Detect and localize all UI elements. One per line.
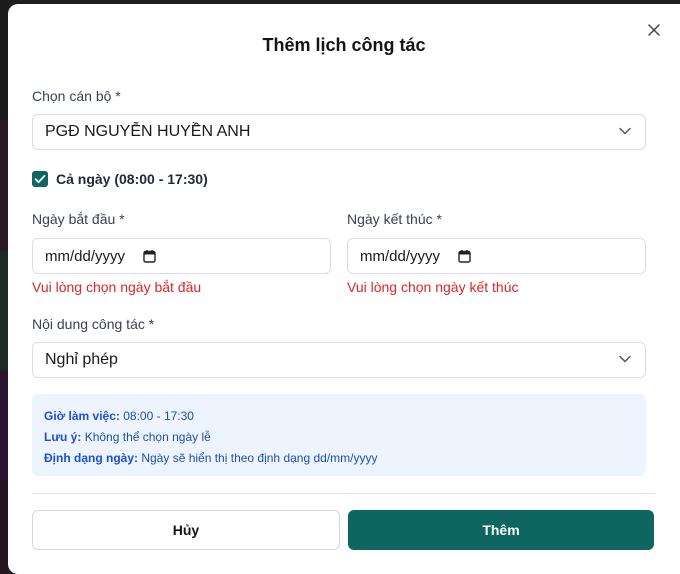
end-date-placeholder: mm/dd/yyyy (360, 247, 441, 265)
info-date-format: Định dạng ngày: Ngày sẽ hiển thị theo đị… (44, 448, 634, 469)
content-select[interactable]: Nghỉ phép (32, 342, 646, 378)
cancel-button[interactable]: Hủy (32, 510, 340, 550)
backdrop-strip (0, 250, 8, 370)
info-note: Lưu ý: Không thể chọn ngày lễ (44, 427, 634, 448)
info-work-hours-label: Giờ làm việc: (44, 409, 120, 423)
footer-divider (32, 493, 656, 494)
start-date-placeholder: mm/dd/yyyy (45, 247, 126, 265)
content-label: Nội dung công tác * (32, 316, 155, 332)
staff-label: Chọn cán bộ * (32, 88, 121, 104)
check-icon (34, 174, 46, 184)
info-date-format-label: Định dạng ngày: (44, 451, 138, 465)
info-box: Giờ làm việc: 08:00 - 17:30 Lưu ý: Không… (32, 394, 646, 476)
add-schedule-dialog: Thêm lịch công tác Chọn cán bộ * PGĐ NGU… (8, 4, 680, 574)
end-date-label: Ngày kết thúc * (347, 211, 442, 227)
add-button[interactable]: Thêm (348, 510, 654, 550)
start-date-input[interactable]: mm/dd/yyyy (32, 238, 331, 274)
chevron-down-icon (619, 127, 631, 135)
backdrop-strip (0, 120, 8, 250)
info-note-value: Không thể chọn ngày lễ (84, 430, 211, 444)
info-work-hours-value: 08:00 - 17:30 (123, 409, 194, 423)
info-work-hours: Giờ làm việc: 08:00 - 17:30 (44, 406, 634, 427)
chevron-down-icon (619, 355, 631, 363)
all-day-checkbox[interactable] (32, 171, 48, 187)
backdrop-strip (0, 0, 8, 120)
calendar-icon[interactable] (143, 249, 156, 263)
calendar-icon[interactable] (458, 249, 471, 263)
end-date-input[interactable]: mm/dd/yyyy (347, 238, 646, 274)
backdrop-strip (0, 370, 8, 480)
all-day-label: Cả ngày (08:00 - 17:30) (56, 171, 208, 187)
start-date-error: Vui lòng chọn ngày bắt đầu (32, 279, 202, 295)
info-date-format-value: Ngày sẽ hiển thị theo định dạng dd/mm/yy… (141, 451, 378, 465)
backdrop-strip (0, 480, 8, 574)
end-date-error: Vui lòng chọn ngày kết thúc (347, 279, 519, 295)
start-date-label: Ngày bắt đầu * (32, 211, 125, 227)
info-note-label: Lưu ý: (44, 430, 82, 444)
staff-select[interactable]: PGĐ NGUYỄN HUYỀN ANH (32, 114, 646, 150)
dialog-title: Thêm lịch công tác (262, 35, 426, 55)
staff-select-value: PGĐ NGUYỄN HUYỀN ANH (45, 123, 251, 140)
all-day-row[interactable]: Cả ngày (08:00 - 17:30) (32, 171, 208, 187)
content-select-value: Nghỉ phép (45, 351, 118, 368)
